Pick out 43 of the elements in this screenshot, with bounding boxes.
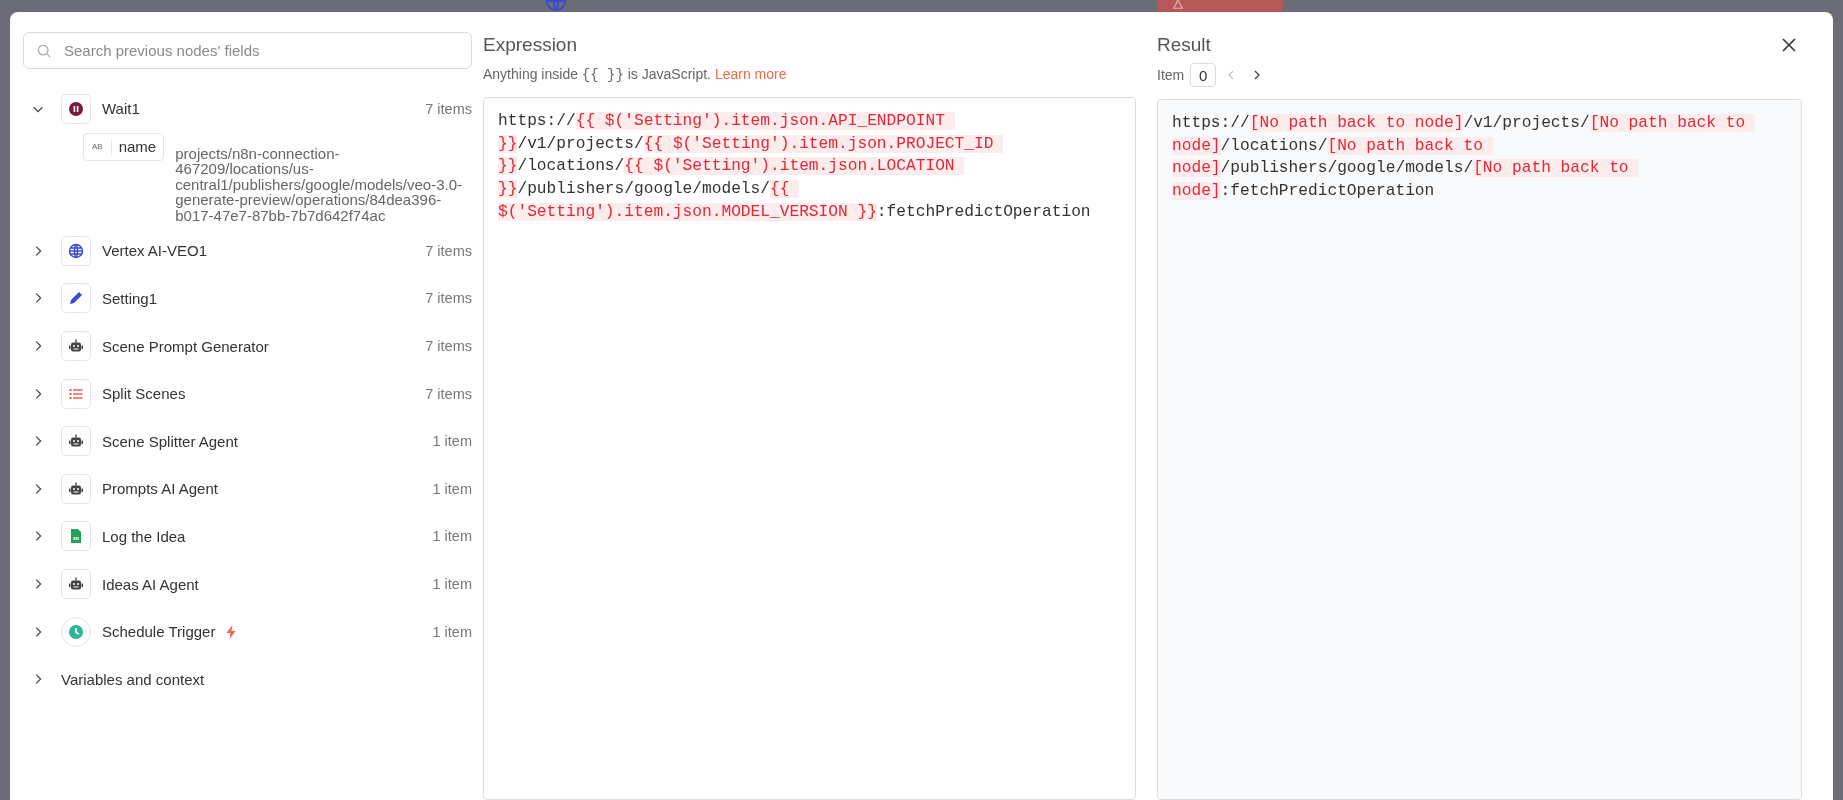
- node-label[interactable]: Schedule Trigger: [102, 623, 216, 641]
- pencil-icon: [68, 290, 84, 307]
- panel-title: Expression: [483, 34, 578, 57]
- node-label[interactable]: Variables and context: [61, 670, 205, 688]
- execute-step-button[interactable]: [1157, 0, 1283, 12]
- item-count: 7 items: [425, 290, 472, 307]
- node-label[interactable]: Prompts AI Agent: [102, 480, 218, 498]
- field-pill[interactable]: AB name: [83, 132, 165, 161]
- node-label[interactable]: Setting1: [102, 290, 158, 307]
- node-label[interactable]: Scene Prompt Generator: [102, 337, 269, 355]
- expression-editor[interactable]: https://{{ $('Setting').item.json.API_ENDPOINT }}/v1/projects/{{ $('Setting').item.json.PROJECT_ID }}/locations/{{ $('Setting').item.json.LOCATION }}/publishers/google/models/{{ $('Setting').item.json.MODEL_VERSION }}:fetchPredictOperation: [483, 97, 1136, 800]
- robot-icon: [68, 338, 84, 355]
- node-label[interactable]: Ideas AI Agent: [102, 575, 199, 593]
- item-index-field[interactable]: 0: [1190, 63, 1217, 87]
- robot-icon: [68, 480, 84, 497]
- item-count: 1 item: [432, 528, 472, 545]
- pause-icon: [68, 100, 84, 117]
- item-count: 1 item: [432, 576, 472, 593]
- search-field[interactable]: Search previous nodes' fields: [23, 32, 472, 69]
- hint-text: Anything inside {{ }} is JavaScript. Learn more: [483, 65, 787, 83]
- item-count: 1 item: [432, 433, 472, 450]
- result-output: https://[No path back to node]/v1/projects/[No path back to node]/locations/[No path back to node]/publishers/google/models/[No path back to node]:fetchPredictOperation: [1157, 99, 1802, 800]
- item-count: 7 items: [425, 385, 472, 402]
- item-count: 7 items: [425, 242, 472, 259]
- item-count: 1 item: [432, 623, 472, 640]
- item-label: Item: [1157, 67, 1185, 83]
- field-value: projects/n8n-connection-467209/locations/us-central1/publishers/google/models/veo-3.0-generate-preview/operations/84dea396-b017-47e7-87bb-7b7d642f74ac: [175, 145, 464, 224]
- spreadsheet-icon: [68, 528, 84, 545]
- node-label[interactable]: Vertex AI-VEO1: [102, 242, 208, 260]
- robot-icon: [68, 433, 84, 450]
- robot-icon: [68, 576, 84, 593]
- node-label[interactable]: Split Scenes: [102, 385, 186, 403]
- globe-icon: [68, 242, 84, 259]
- node-label[interactable]: Log the Idea: [102, 527, 186, 545]
- flask-icon: [1171, 0, 1185, 10]
- item-count: 1 item: [432, 480, 472, 497]
- clock-icon: [68, 623, 84, 640]
- search-icon: [37, 44, 51, 58]
- item-count: 7 items: [425, 100, 472, 117]
- node-label[interactable]: Scene Splitter Agent: [102, 432, 238, 450]
- node-label[interactable]: Wait1: [102, 100, 140, 118]
- panel-title: Result: [1157, 34, 1211, 57]
- item-count: 7 items: [425, 338, 472, 355]
